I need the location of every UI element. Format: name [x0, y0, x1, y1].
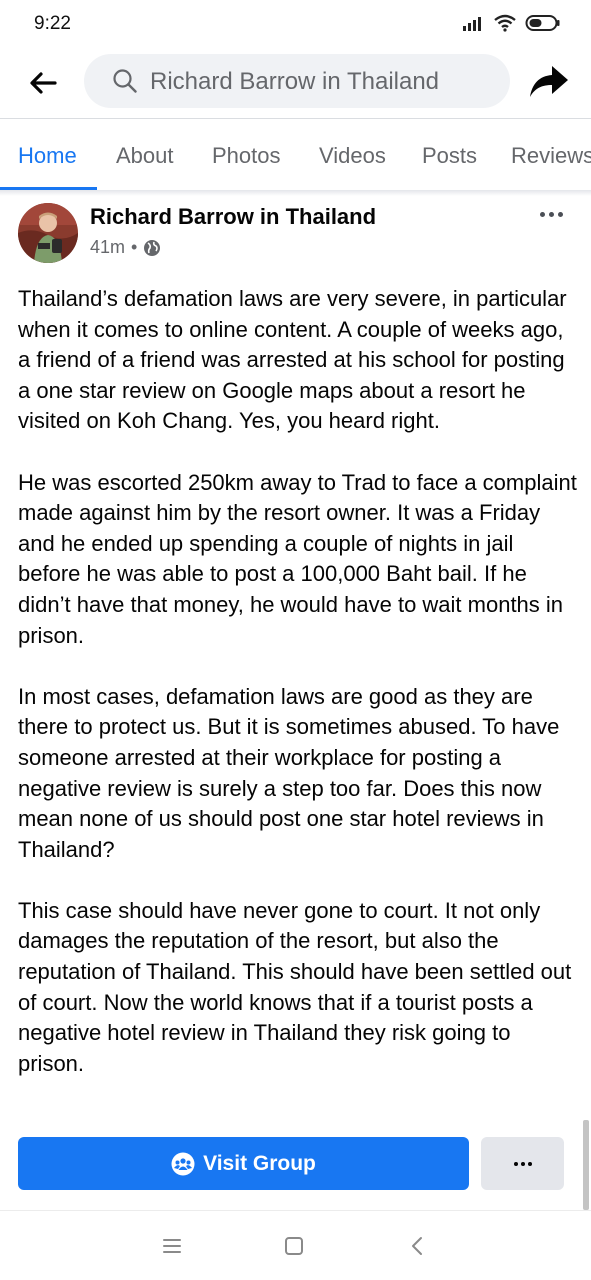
visit-group-label: Visit Group — [203, 1151, 316, 1175]
post-author-name[interactable]: Richard Barrow in Thailand — [90, 204, 376, 230]
more-dot — [548, 211, 554, 217]
search-input-text: Richard Barrow in Thailand — [150, 68, 440, 95]
visit-group-button[interactable]: Visit Group — [18, 1137, 469, 1190]
avatar-photo — [18, 203, 78, 263]
system-nav-bar — [0, 1210, 591, 1280]
search-bar[interactable]: Richard Barrow in Thailand — [84, 54, 510, 108]
meta-separator: • — [131, 237, 138, 257]
globe-icon — [144, 239, 161, 256]
tab-reviews[interactable]: Reviews — [511, 143, 591, 169]
share-arrow-icon — [530, 66, 568, 97]
tab-home[interactable]: Home — [18, 143, 77, 169]
post-options-button[interactable] — [536, 204, 566, 224]
scrollbar[interactable] — [583, 1120, 589, 1210]
tab-photos[interactable]: Photos — [212, 143, 281, 169]
more-dot — [527, 1161, 532, 1166]
signal-icon — [463, 17, 481, 31]
post-meta: 41m • — [90, 237, 161, 258]
post-time[interactable]: 41m — [90, 237, 125, 258]
tab-videos[interactable]: Videos — [319, 143, 386, 169]
back-chevron-icon[interactable] — [405, 1233, 431, 1259]
status-bar: 9:22 — [0, 0, 591, 52]
post-paragraph: In most cases, defamation laws are good … — [18, 683, 560, 862]
search-icon — [113, 69, 137, 93]
menu-icon[interactable] — [159, 1233, 185, 1259]
tab-posts[interactable]: Posts — [422, 143, 477, 169]
post-text: Thailand’s defamation laws are very seve… — [18, 284, 578, 1079]
more-actions-button[interactable] — [481, 1137, 564, 1190]
post-paragraph: Thailand’s defamation laws are very seve… — [18, 286, 567, 434]
more-dots-icon — [539, 211, 545, 217]
back-arrow-icon — [30, 72, 57, 94]
back-button[interactable] — [26, 66, 60, 100]
page-tabs: Home About Photos Videos Posts Reviews — [0, 119, 591, 191]
share-button[interactable] — [528, 62, 570, 102]
tab-about[interactable]: About — [116, 143, 174, 169]
avatar[interactable] — [18, 203, 78, 263]
status-time: 9:22 — [34, 13, 71, 34]
post-paragraph: This case should have never gone to cour… — [18, 897, 572, 1076]
post-paragraph: He was escorted 250km away to Trad to fa… — [18, 469, 577, 648]
status-icons — [463, 14, 561, 32]
battery-icon — [525, 15, 560, 31]
more-dot — [557, 211, 563, 217]
home-square-icon[interactable] — [281, 1233, 307, 1259]
wifi-icon — [494, 14, 516, 32]
more-dot — [520, 1161, 525, 1166]
tabs-shadow — [0, 190, 591, 196]
top-bar: Richard Barrow in Thailand — [0, 52, 591, 118]
group-icon — [171, 1152, 195, 1175]
more-dots-icon — [513, 1161, 518, 1166]
